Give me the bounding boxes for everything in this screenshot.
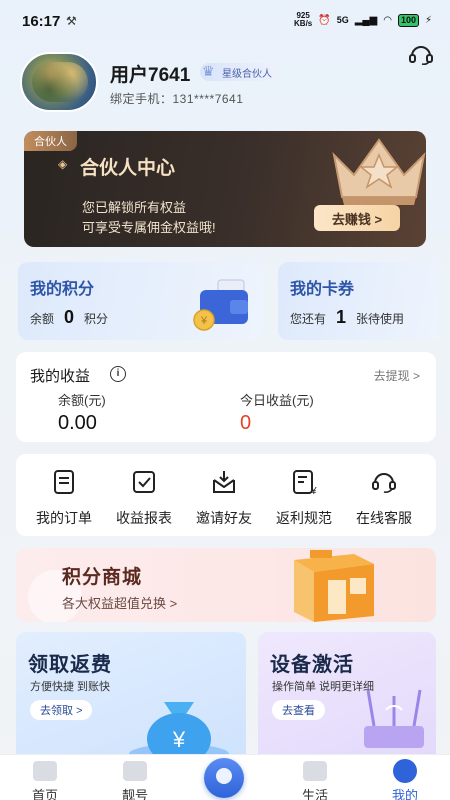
sim-card-icon <box>123 761 147 781</box>
network-speed-unit: KB/s <box>294 19 313 28</box>
nav-mine-label: 我的 <box>391 788 418 800</box>
my-points-title: 我的积分 <box>30 281 95 298</box>
shortcut-label: 返利规范 <box>276 510 332 526</box>
invite-icon <box>213 471 235 493</box>
nav-life-label: 生活 <box>301 788 328 800</box>
home-icon <box>33 761 57 781</box>
my-earnings-title: 我的收益 <box>30 368 91 385</box>
charging-icon: ⚡ <box>424 14 432 26</box>
points-balance-value: 0 <box>64 307 75 327</box>
points-unit: 积分 <box>84 312 109 326</box>
crown-badge-icon: ♛ <box>202 63 215 79</box>
username: 用户7641 <box>110 65 191 86</box>
rebate-rules-icon: ¥ <box>293 470 317 496</box>
info-icon[interactable]: i <box>110 366 126 382</box>
shortcut-online-service[interactable]: 在线客服 <box>344 464 424 530</box>
today-earnings-value: 0 <box>240 412 252 434</box>
points-balance: 余额 0 积分 <box>30 307 108 328</box>
alarm-icon: ⏰ <box>318 14 331 26</box>
nav-mine[interactable]: 我的 <box>370 757 440 800</box>
battery-icon: 100 <box>397 13 419 27</box>
storefront-illustration <box>294 550 374 622</box>
claim-refund-card[interactable]: 领取返费 方便快捷 到账快 去领取 > ¥ <box>16 632 246 754</box>
balance-value: 0.00 <box>58 412 97 434</box>
headset-icon[interactable] <box>408 44 434 66</box>
device-activation-title: 设备激活 <box>270 654 354 676</box>
balance-label: 余额(元) <box>58 393 106 408</box>
my-coupons-title: 我的卡券 <box>290 281 355 298</box>
partner-desc-2: 可享受专属佣金权益哦! <box>82 220 216 235</box>
shortcut-label: 收益报表 <box>116 510 172 526</box>
claim-refund-button[interactable]: 去领取 > <box>30 700 93 720</box>
points-mall-subtitle: 各大权益超值兑换 > <box>62 596 178 611</box>
status-bar: 16:17 ⚒ 925 KB/s ⏰ 5G ▂▄▆ ◠ 100 ⚡ <box>0 0 450 44</box>
network-type: 5G <box>336 15 349 25</box>
points-balance-label: 余额 <box>30 312 55 326</box>
partner-tag: 合伙人 <box>24 131 77 151</box>
order-icon <box>54 470 74 494</box>
wrench-icon: ⚒ <box>66 14 77 28</box>
bound-phone: 绑定手机：131****7641 <box>110 92 244 106</box>
shortcut-label: 我的订单 <box>36 510 92 526</box>
wifi-icon: ◠ <box>383 14 392 26</box>
network-speed: 925 KB/s <box>294 12 312 28</box>
coupons-prefix: 您还有 <box>290 312 327 326</box>
nav-home[interactable]: 首页 <box>10 757 80 800</box>
svg-text:¥: ¥ <box>172 727 186 752</box>
nav-home-label: 首页 <box>31 788 58 800</box>
shortcut-earnings-report[interactable]: 收益报表 <box>104 464 184 530</box>
coupons-value: 1 <box>336 307 347 327</box>
device-activation-button[interactable]: 去查看 <box>272 700 325 720</box>
nav-life[interactable]: 生活 <box>280 757 350 800</box>
claim-refund-title: 领取返费 <box>28 654 112 676</box>
shortcut-my-orders[interactable]: 我的订单 <box>24 464 104 530</box>
withdraw-link[interactable]: 去提现 > <box>374 367 420 384</box>
router-illustration <box>364 689 424 748</box>
signal-icon: ▂▄▆ <box>354 14 378 26</box>
partner-badge-label: 星级合伙人 <box>222 68 272 80</box>
points-mall-banner[interactable]: 积分商城 各大权益超值兑换 > <box>16 548 436 622</box>
report-icon <box>133 471 155 493</box>
nav-number-label: 靓号 <box>121 788 148 800</box>
money-bag-illustration: ¥ <box>129 702 229 754</box>
shortcut-rebate-rules[interactable]: ¥ 返利规范 <box>264 464 344 530</box>
wallet-icon: ¥ <box>193 279 248 331</box>
svg-text:¥: ¥ <box>310 486 317 496</box>
my-points-card[interactable]: 我的积分 余额 0 积分 ¥ <box>18 262 263 340</box>
coupons-count: 您还有 1 张待使用 <box>290 307 404 328</box>
status-icons: 925 KB/s ⏰ 5G ▂▄▆ ◠ 100 ⚡ <box>294 12 432 28</box>
nav-number[interactable]: 靓号 <box>100 757 170 800</box>
my-earnings-card: 我的收益 i 去提现 > 余额(元) 0.00 今日收益(元) 0 <box>16 352 436 442</box>
profile-icon <box>393 759 417 783</box>
partner-center-card[interactable]: 合伙人 ◈ 合伙人中心 您已解锁所有权益 可享受专属佣金权益哦! 去赚钱 > <box>24 131 426 247</box>
my-coupons-card[interactable]: 我的卡券 您还有 1 张待使用 <box>278 262 438 340</box>
partner-center-title: 合伙人中心 <box>80 158 176 179</box>
device-activation-card[interactable]: 设备激活 操作简单 说明更详细 去查看 <box>258 632 436 754</box>
claim-refund-subtitle: 方便快捷 到账快 <box>30 681 111 693</box>
partner-desc-1: 您已解锁所有权益 <box>82 200 187 215</box>
shortcut-label: 在线客服 <box>356 510 412 526</box>
crown-star-illustration <box>332 138 426 205</box>
life-icon <box>303 761 327 781</box>
customer-service-icon <box>372 473 396 493</box>
points-mall-title: 积分商城 <box>62 567 143 588</box>
coupons-suffix: 张待使用 <box>356 312 405 326</box>
shortcut-grid: 我的订单 收益报表 邀请好友 ¥ 返利规范 在线客服 <box>16 454 436 536</box>
diamond-icon: ◈ <box>58 157 68 171</box>
partner-badge: ♛ 星级合伙人 <box>200 63 280 81</box>
avatar[interactable] <box>20 52 98 112</box>
svg-text:¥: ¥ <box>200 315 208 327</box>
nav-center-button[interactable] <box>204 758 244 798</box>
status-time: 16:17 <box>22 13 61 30</box>
today-earnings-label: 今日收益(元) <box>240 393 314 408</box>
shortcut-label: 邀请好友 <box>196 510 252 526</box>
shortcut-invite-friends[interactable]: 邀请好友 <box>184 464 264 530</box>
go-earn-button[interactable]: 去赚钱 > <box>314 205 400 231</box>
